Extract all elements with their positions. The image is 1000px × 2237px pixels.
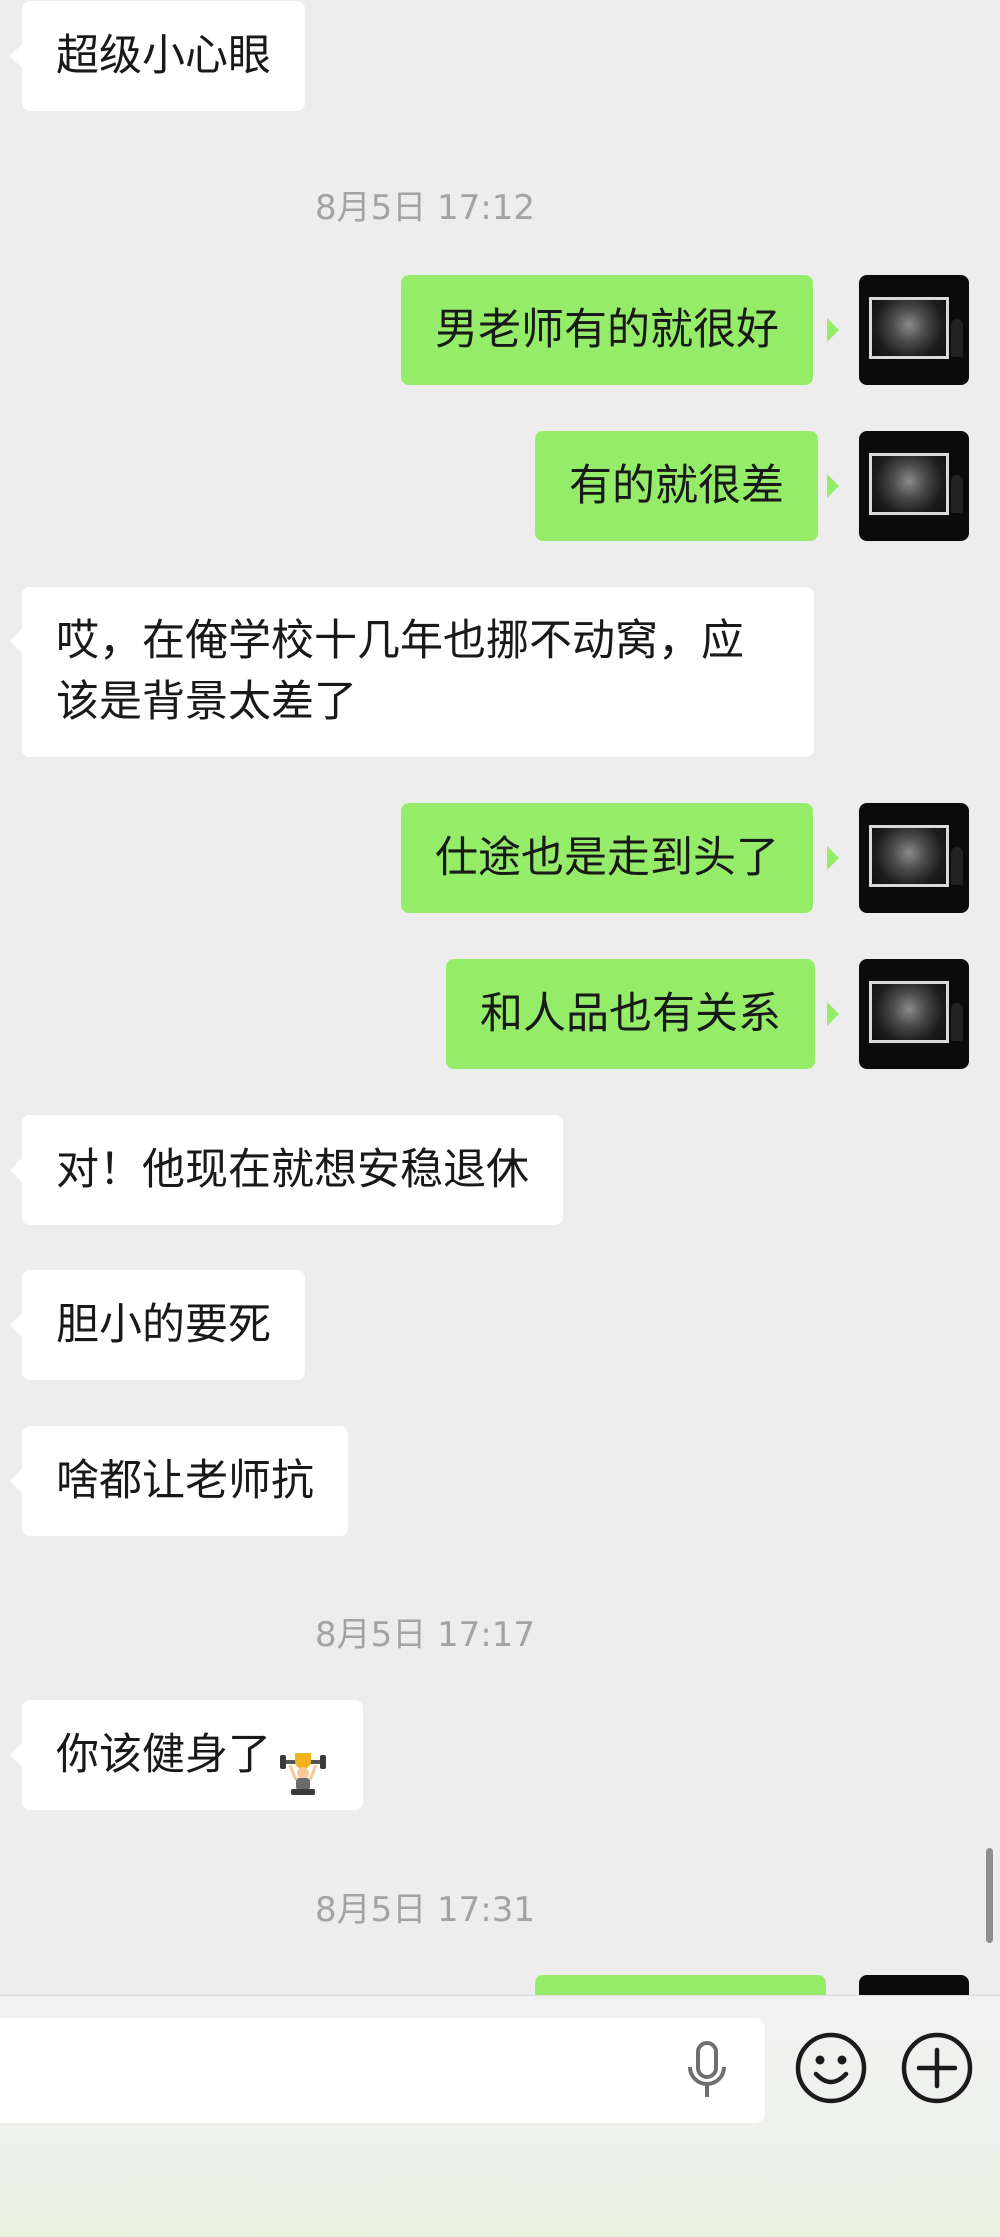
bubble-tail	[827, 474, 839, 498]
message-text: 仕途也是走到头了	[435, 833, 779, 883]
user-avatar[interactable]	[859, 1975, 969, 1995]
timestamp: 8月5日 17:31	[314, 1890, 536, 1930]
sent-message-bubble[interactable]: 和人品也有关系	[446, 959, 815, 1069]
message-input[interactable]	[0, 2018, 765, 2123]
avatar-figure	[951, 847, 963, 885]
bubble-tail	[10, 1313, 22, 1337]
message-text: 有的就很差	[569, 461, 784, 511]
scrollbar[interactable]	[986, 1848, 993, 1943]
bubble-tail	[10, 1158, 22, 1182]
message-text: 哎，在俺学校十几年也挪不动窝，应该是背景太差了	[56, 616, 744, 727]
plus-icon[interactable]	[899, 2030, 975, 2106]
message-text: 超级小心眼	[56, 31, 271, 81]
bubble-tail	[827, 846, 839, 870]
sent-message-bubble[interactable]: 有的就很差	[535, 431, 818, 541]
microphone-icon[interactable]	[685, 2041, 729, 2101]
bubble-tail	[827, 318, 839, 342]
user-avatar[interactable]	[859, 275, 969, 385]
avatar-figure	[951, 1003, 963, 1041]
sent-message-bubble[interactable]	[535, 1975, 826, 1995]
bubble-tail	[10, 1469, 22, 1493]
received-message-bubble[interactable]: 对！他现在就想安稳退休	[22, 1115, 563, 1225]
received-message-bubble[interactable]: 你该健身了	[22, 1700, 363, 1810]
bubble-tail	[827, 1002, 839, 1026]
received-message-bubble[interactable]: 超级小心眼	[22, 1, 305, 111]
timestamp: 8月5日 17:17	[314, 1615, 536, 1655]
message-text: 你该健身了	[56, 1730, 271, 1780]
user-avatar[interactable]	[859, 431, 969, 541]
emoji-icon[interactable]	[793, 2030, 869, 2106]
received-message-bubble[interactable]: 哎，在俺学校十几年也挪不动窝，应该是背景太差了	[22, 587, 814, 757]
message-text: 对！他现在就想安稳退休	[56, 1145, 529, 1195]
avatar-image	[869, 297, 949, 359]
bubble-tail	[10, 1743, 22, 1767]
input-bar	[0, 1995, 1000, 2237]
sent-message-bubble[interactable]: 男老师有的就很好	[401, 275, 813, 385]
bubble-tail	[10, 629, 22, 653]
timestamp: 8月5日 17:12	[314, 188, 536, 228]
avatar-figure	[951, 475, 963, 513]
user-avatar[interactable]	[859, 959, 969, 1069]
user-avatar[interactable]	[859, 803, 969, 913]
avatar-figure	[951, 319, 963, 357]
sent-message-bubble[interactable]: 仕途也是走到头了	[401, 803, 813, 913]
bubble-tail	[10, 44, 22, 68]
weightlifting-trophy-emoji-icon	[277, 1728, 329, 1795]
message-text: 和人品也有关系	[480, 989, 781, 1039]
message-text: 男老师有的就很好	[435, 305, 779, 355]
avatar-image	[869, 453, 949, 515]
avatar-image	[869, 825, 949, 887]
message-text: 胆小的要死	[56, 1300, 271, 1350]
chat-message-list[interactable]: 超级小心眼 8月5日 17:12 男老师有的就很好 有的就很差 哎，在俺学校十几…	[0, 0, 1000, 1995]
avatar-image	[869, 981, 949, 1043]
received-message-bubble[interactable]: 胆小的要死	[22, 1270, 305, 1380]
message-text: 啥都让老师抗	[56, 1456, 314, 1506]
received-message-bubble[interactable]: 啥都让老师抗	[22, 1426, 348, 1536]
